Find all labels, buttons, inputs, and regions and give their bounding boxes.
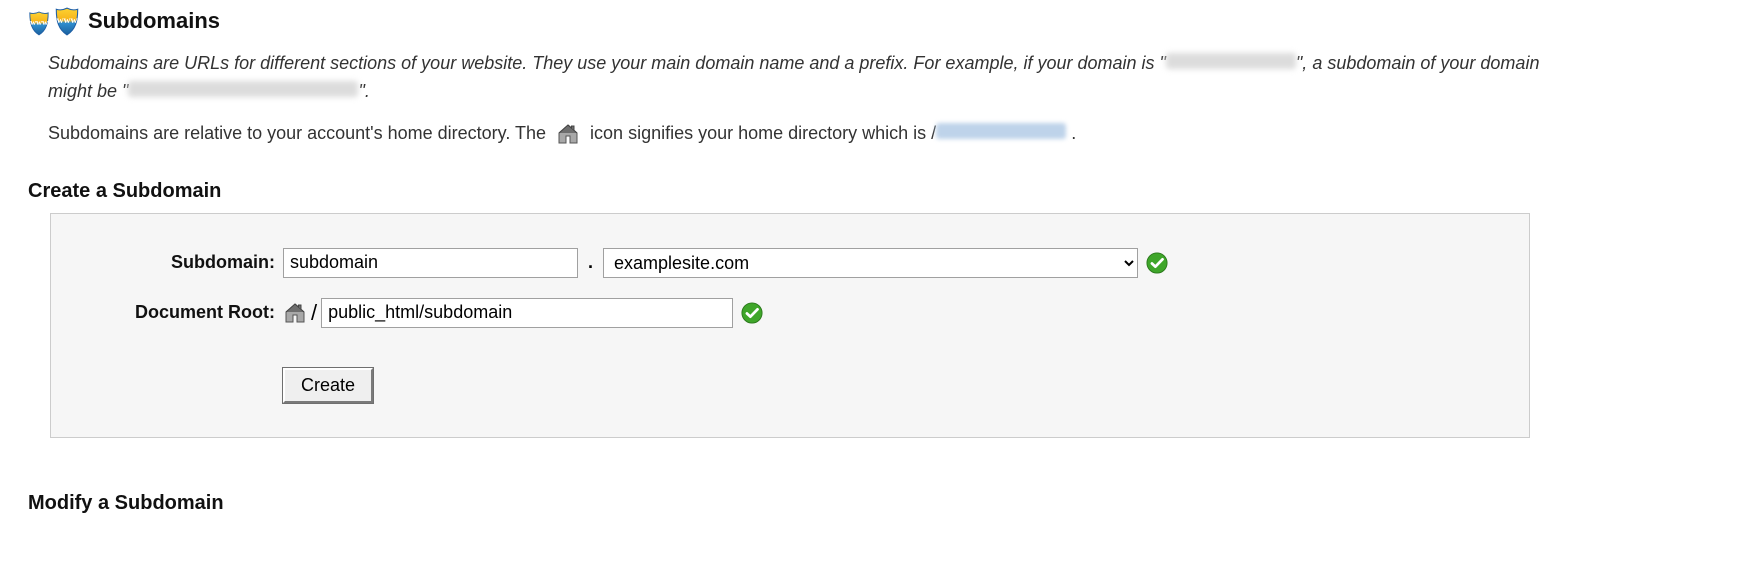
check-icon bbox=[741, 302, 763, 324]
description-intro: Subdomains are URLs for different sectio… bbox=[48, 50, 1548, 106]
redacted-domain bbox=[1166, 53, 1296, 69]
subdomain-row: Subdomain: . examplesite.com bbox=[71, 248, 1509, 278]
document-root-row: Document Root: / bbox=[71, 298, 1509, 328]
create-button-row: Create bbox=[283, 368, 1509, 403]
domain-select[interactable]: examplesite.com bbox=[603, 248, 1138, 278]
subdomain-label: Subdomain: bbox=[71, 252, 283, 273]
home-icon bbox=[556, 122, 580, 146]
create-subdomain-form: Subdomain: . examplesite.com Document Ro… bbox=[50, 213, 1530, 438]
redacted-subdomain bbox=[128, 81, 358, 97]
redacted-home-path bbox=[936, 123, 1066, 139]
page-header: Subdomains bbox=[28, 6, 1752, 36]
page-title: Subdomains bbox=[88, 8, 220, 34]
subdomains-icon bbox=[28, 6, 80, 36]
create-subdomain-heading: Create a Subdomain bbox=[28, 180, 1752, 203]
home-text-c: . bbox=[1066, 123, 1076, 143]
intro-text-a: Subdomains are URLs for different sectio… bbox=[48, 53, 1166, 73]
document-root-label: Document Root: bbox=[71, 302, 283, 323]
subdomain-dot: . bbox=[586, 252, 595, 273]
home-text-b: icon signifies your home directory which… bbox=[590, 123, 936, 143]
home-text-a: Subdomains are relative to your account'… bbox=[48, 123, 551, 143]
home-icon bbox=[283, 301, 307, 325]
check-icon bbox=[1146, 252, 1168, 274]
slash: / bbox=[311, 300, 317, 326]
modify-subdomain-heading: Modify a Subdomain bbox=[28, 492, 1752, 515]
description-home: Subdomains are relative to your account'… bbox=[48, 120, 1548, 148]
subdomain-input[interactable] bbox=[283, 248, 578, 278]
document-root-input[interactable] bbox=[321, 298, 733, 328]
intro-text-c: ". bbox=[358, 81, 369, 101]
create-button[interactable]: Create bbox=[283, 368, 373, 403]
